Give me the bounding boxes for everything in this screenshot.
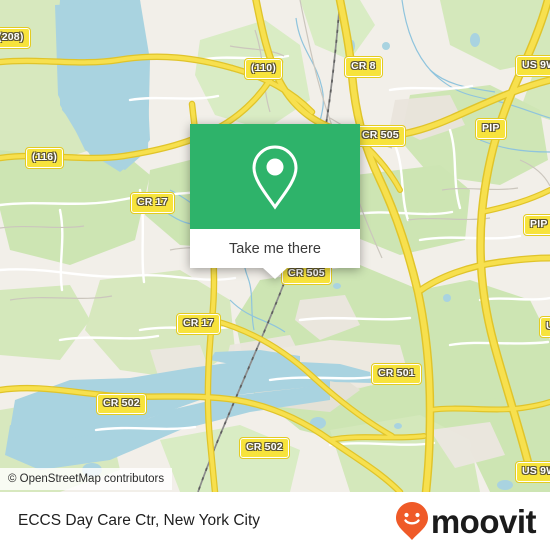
road-shield: CR 502 xyxy=(96,393,147,415)
road-shield: CR 502 xyxy=(239,437,290,459)
road-shield: CR 505 xyxy=(355,125,406,147)
callout-pointer xyxy=(263,268,287,279)
take-me-there-button[interactable]: Take me there xyxy=(229,241,321,257)
road-shield: CR 17 xyxy=(130,192,175,214)
callout-action-bar[interactable]: Take me there xyxy=(190,229,360,279)
road-shield: (110) xyxy=(244,58,283,80)
road-shield: CR 17 xyxy=(176,313,221,335)
road-shield: (208) xyxy=(0,27,31,49)
place-title: ECCS Day Care Ctr, New York City xyxy=(18,512,261,529)
road-shield: PIP xyxy=(523,214,550,236)
map-pin-icon xyxy=(252,144,298,210)
road-shield: US 9W xyxy=(514,461,550,483)
brand-wordmark: moovit xyxy=(430,502,537,540)
road-shield: CR 8 xyxy=(344,56,383,78)
map-attribution[interactable]: © OpenStreetMap contributors xyxy=(0,468,173,490)
callout-image-panel xyxy=(190,124,360,229)
road-shield: CR 501 xyxy=(371,363,422,385)
road-shield: PIP xyxy=(475,118,507,140)
road-shield: US 9W xyxy=(538,316,550,338)
road-shield: US 9W xyxy=(514,55,550,77)
road-shield: (116) xyxy=(25,147,64,169)
map-screen: (208) (110) CR 8 US 9W CR 505 PIP (116) CR 17 PI… xyxy=(0,0,550,550)
footer-bar: ECCS Day Care Ctr, New York City moovit xyxy=(0,492,550,550)
moovit-pin-logo xyxy=(395,502,428,540)
place-callout-card[interactable]: Take me there xyxy=(190,124,360,279)
moovit-brand[interactable]: moovit xyxy=(395,501,537,541)
